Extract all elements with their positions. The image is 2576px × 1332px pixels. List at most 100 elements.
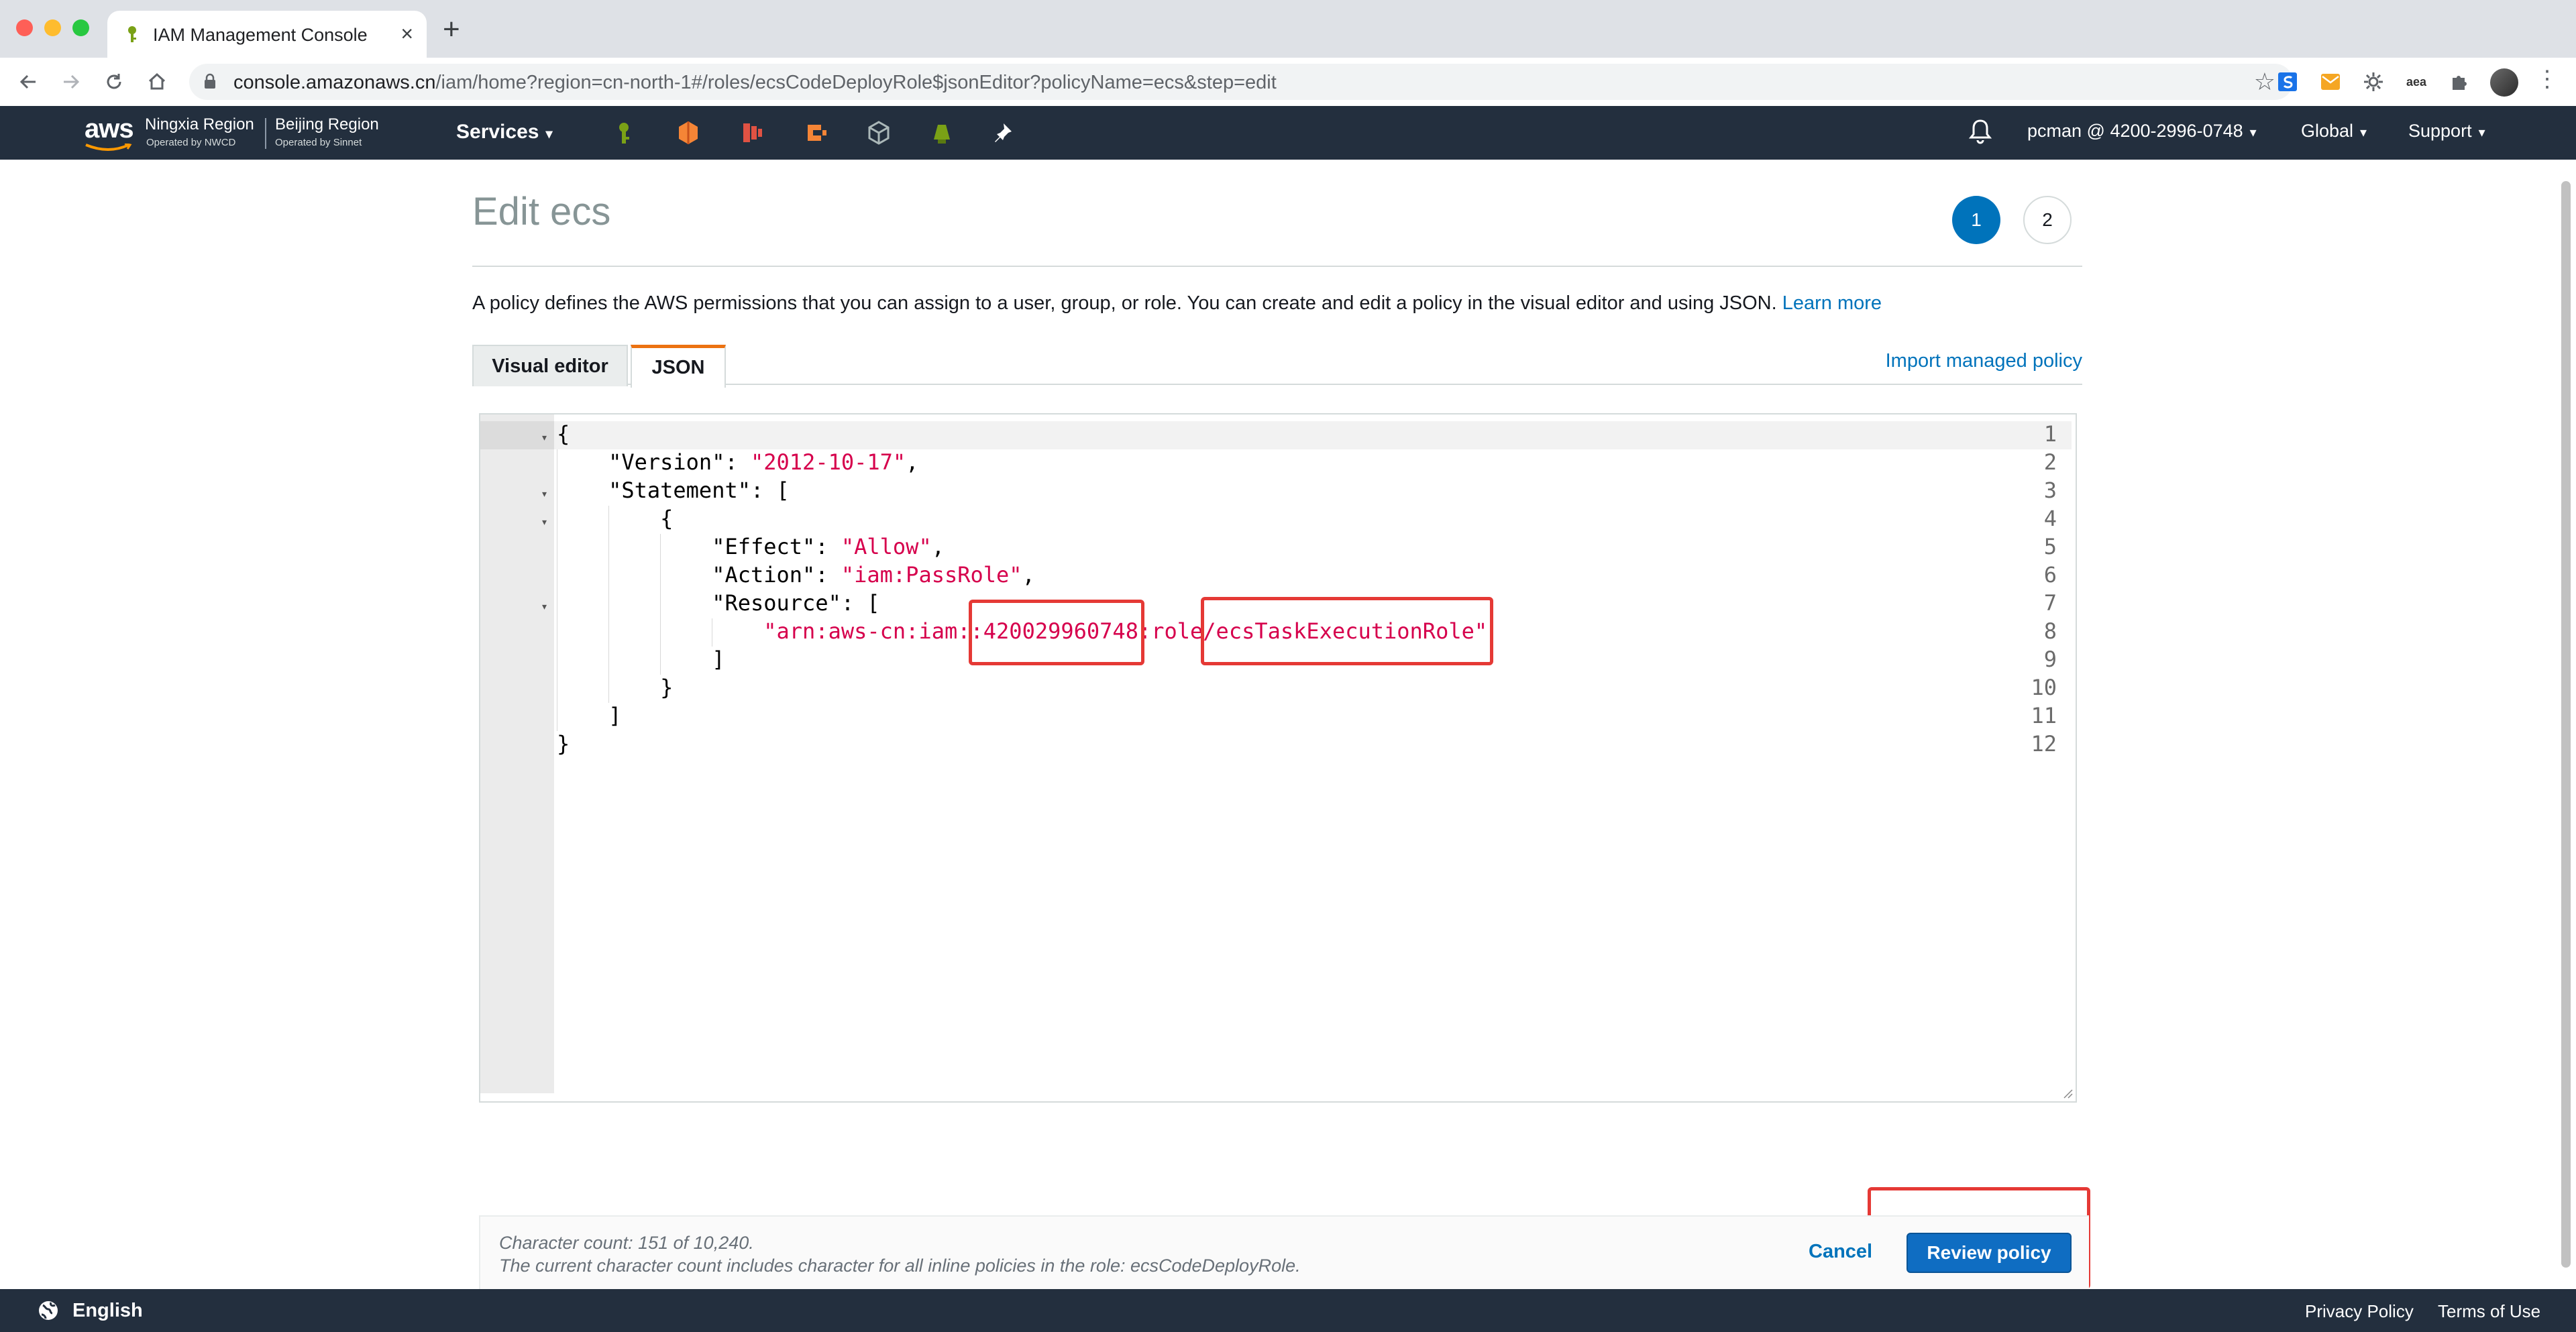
line-number: 3	[2043, 478, 2057, 503]
line-number: 7	[2043, 590, 2057, 616]
terms-of-use-link[interactable]: Terms of Use	[2438, 1301, 2540, 1322]
forward-icon[interactable]	[56, 67, 86, 97]
green-service-icon[interactable]	[928, 119, 955, 146]
global-menu[interactable]: Global ▾	[2301, 121, 2367, 142]
editor-tabs: Visual editor JSON Import managed policy	[472, 345, 2082, 388]
code-line-1: {	[557, 421, 570, 447]
chevron-down-icon: ▾	[2249, 125, 2257, 140]
code-line-4: {	[557, 506, 674, 531]
tab-visual-editor[interactable]: Visual editor	[472, 345, 628, 386]
mail-extension-icon[interactable]	[2318, 70, 2343, 94]
fold-toggle-icon[interactable]: ▾	[542, 488, 547, 500]
step-2-indicator: 2	[2023, 196, 2072, 244]
fold-toggle-icon[interactable]: ▾	[542, 432, 547, 443]
line-number: 9	[2043, 647, 2057, 672]
tab-json[interactable]: JSON	[631, 345, 726, 388]
json-punct: ,	[906, 449, 919, 475]
json-punct: ,	[1022, 562, 1035, 588]
services-label: Services	[456, 121, 539, 143]
learn-more-link[interactable]: Learn more	[1782, 292, 1882, 314]
resize-grip-icon[interactable]	[2062, 1088, 2073, 1099]
iam-key-icon[interactable]	[610, 119, 637, 146]
code-line-9: ]	[557, 647, 725, 672]
profile-avatar[interactable]	[2490, 68, 2518, 97]
bell-icon[interactable]	[1968, 118, 1992, 145]
line-number: 10	[2031, 675, 2057, 700]
new-tab-button[interactable]: +	[443, 15, 460, 44]
codedeploy-icon[interactable]	[804, 119, 830, 146]
page-scrollbar[interactable]	[2561, 181, 2571, 1268]
maximize-window-button[interactable]	[72, 19, 89, 36]
import-managed-policy-link[interactable]: Import managed policy	[1886, 350, 2082, 372]
account-menu[interactable]: pcman @ 4200-2996-0748 ▾	[2027, 121, 2257, 142]
privacy-policy-link[interactable]: Privacy Policy	[2305, 1301, 2414, 1322]
cube-service-icon[interactable]	[865, 119, 892, 146]
address-bar[interactable]: console.amazonaws.cn/iam/home?region=cn-…	[189, 64, 2293, 100]
json-string: "2012-10-17"	[750, 449, 906, 475]
gear-extension-icon[interactable]	[2361, 70, 2385, 94]
browser-tab-bar: IAM Management Console × +	[0, 0, 2576, 58]
ecs-icon[interactable]	[739, 119, 766, 146]
home-icon[interactable]	[142, 67, 172, 97]
review-policy-button[interactable]: Review policy	[1907, 1233, 2072, 1273]
fold-toggle-icon[interactable]: ▾	[542, 601, 547, 612]
line-number: 1	[2043, 421, 2057, 447]
aws-logo[interactable]: aws	[85, 114, 134, 144]
s-extension-icon[interactable]	[2275, 70, 2300, 94]
code-line-11: ]	[557, 703, 622, 728]
back-icon[interactable]	[13, 67, 43, 97]
page-title: Edit ecs	[472, 190, 611, 233]
code-line-7: "Resource": [	[557, 590, 880, 616]
minimize-window-button[interactable]	[44, 19, 61, 36]
lock-icon	[205, 73, 215, 89]
browser-tab-iam[interactable]: IAM Management Console ×	[107, 11, 427, 58]
fold-toggle-icon[interactable]: ▾	[542, 516, 547, 528]
json-code-editor[interactable]: 1 2 3 4 5 6 7 8 9 10 11 12 ▾ ▾ ▾ ▾ { "Ve…	[479, 413, 2077, 1103]
json-key: "Effect":	[557, 534, 841, 559]
region-divider	[265, 118, 266, 149]
support-label: Support	[2408, 121, 2472, 141]
json-punct: ,	[931, 534, 945, 559]
code-line-10: }	[557, 675, 674, 700]
browser-menu-icon[interactable]: ⋮	[2536, 66, 2559, 93]
chevron-down-icon: ▾	[2360, 125, 2367, 140]
close-window-button[interactable]	[16, 19, 33, 36]
aea-extension-icon[interactable]: aea	[2404, 70, 2428, 94]
json-key: "Version":	[557, 449, 751, 475]
aws-smile-icon	[85, 144, 132, 151]
ec2-icon[interactable]	[675, 119, 702, 146]
line-number: 2	[2043, 449, 2057, 475]
global-label: Global	[2301, 121, 2354, 141]
iam-favicon-icon	[128, 26, 136, 42]
url-host: console.amazonaws.cn	[233, 72, 436, 93]
support-menu[interactable]: Support ▾	[2408, 121, 2485, 142]
cancel-button[interactable]: Cancel	[1809, 1241, 1872, 1263]
json-key: "Action":	[557, 562, 841, 588]
line-number: 8	[2043, 618, 2057, 644]
annotation-role-name-box	[1201, 597, 1493, 665]
intro-text: A policy defines the AWS permissions tha…	[472, 292, 1782, 314]
reload-icon[interactable]	[99, 67, 129, 97]
json-string: "iam:PassRole"	[841, 562, 1022, 588]
url-path: /iam/home?region=cn-north-1#/roles/ecsCo…	[435, 72, 1277, 93]
code-line-12: }	[557, 731, 570, 757]
line-number: 5	[2043, 534, 2057, 559]
character-count-note: The current character count includes cha…	[499, 1256, 1301, 1276]
region-beijing[interactable]: Beijing Region	[275, 115, 379, 134]
services-menu[interactable]: Services ▾	[456, 121, 553, 144]
url-text: console.amazonaws.cn/iam/home?region=cn-…	[233, 72, 1277, 94]
account-label: pcman @ 4200-2996-0748	[2027, 121, 2243, 141]
region-ningxia[interactable]: Ningxia Region	[145, 115, 254, 134]
line-number: 6	[2043, 562, 2057, 588]
bookmark-star-icon[interactable]: ☆	[2254, 68, 2275, 96]
code-line-6: "Action": "iam:PassRole",	[557, 562, 1035, 588]
region-beijing-operator: Operated by Sinnet	[275, 137, 362, 148]
region-ningxia-operator: Operated by NWCD	[146, 137, 236, 148]
close-tab-icon[interactable]: ×	[400, 21, 413, 46]
puzzle-extension-icon[interactable]	[2447, 70, 2471, 94]
language-selector[interactable]: English	[72, 1300, 143, 1322]
pin-icon[interactable]	[993, 119, 1020, 146]
annotation-account-id-box	[969, 600, 1144, 665]
character-count: Character count: 151 of 10,240.	[499, 1233, 754, 1253]
console-bottom-bar: English Privacy Policy Terms of Use	[0, 1289, 2576, 1332]
